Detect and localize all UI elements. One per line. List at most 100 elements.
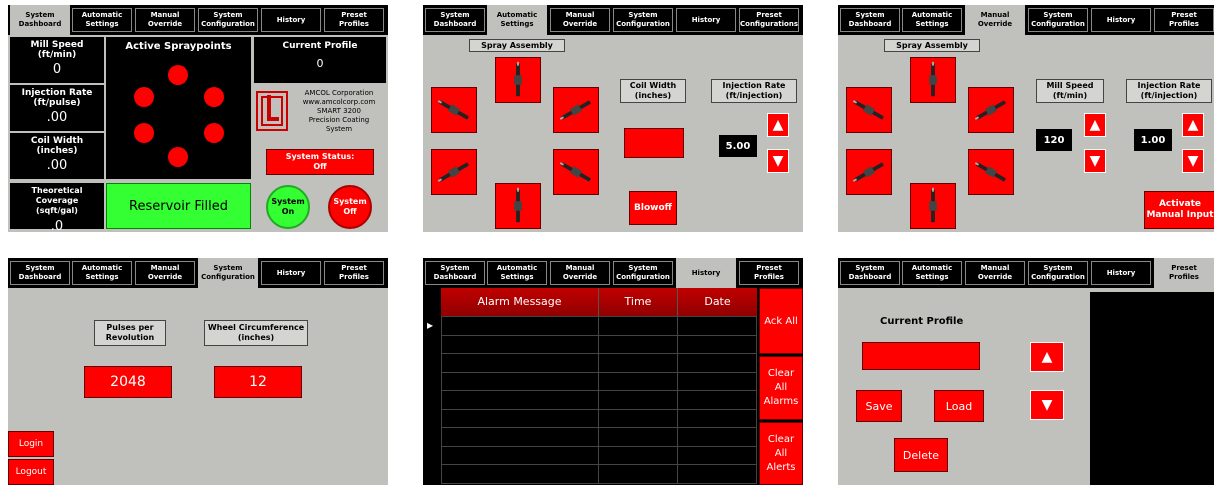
tab-preset-profiles[interactable]: Preset Profiles xyxy=(1154,8,1214,32)
tab-history[interactable]: History xyxy=(676,258,736,288)
wheel-circumference-input[interactable]: 12 xyxy=(214,366,302,398)
tab-preset-profiles[interactable]: Preset Profiles xyxy=(324,261,384,285)
coil-width-input[interactable] xyxy=(624,128,684,158)
tab-system-dashboard[interactable]: System Dashboard xyxy=(425,261,485,285)
tab-automatic-settings[interactable]: Automatic Settings xyxy=(902,261,962,285)
spraypoint-indicator xyxy=(204,123,224,143)
tab-system-dashboard[interactable]: System Dashboard xyxy=(10,261,70,285)
tab-system-configuration[interactable]: System Configuration xyxy=(613,8,673,32)
nozzle-icon xyxy=(559,100,591,120)
tab-system-configuration[interactable]: System Configuration xyxy=(1028,8,1088,32)
pulses-per-revolution-input[interactable]: 2048 xyxy=(84,366,172,398)
system-off-button[interactable]: System Off xyxy=(328,185,372,229)
tab-preset-configurations[interactable]: Preset Configurations xyxy=(739,8,799,32)
nozzle-upper-left-button[interactable] xyxy=(846,87,892,133)
tab-manual-override[interactable]: Manual Override xyxy=(135,8,195,32)
tab-system-dashboard[interactable]: System Dashboard xyxy=(425,8,485,32)
mill-speed-down-button[interactable]: ▼ xyxy=(1084,149,1106,173)
login-button[interactable]: Login xyxy=(8,431,54,457)
save-button[interactable]: Save xyxy=(856,390,902,422)
injection-rate-down-button[interactable]: ▼ xyxy=(1182,149,1204,173)
table-row[interactable] xyxy=(440,427,757,447)
tab-manual-override[interactable]: Manual Override xyxy=(135,261,195,285)
injection-rate-down-button[interactable]: ▼ xyxy=(767,149,789,173)
tab-system-dashboard[interactable]: System Dashboard xyxy=(10,5,70,35)
nozzle-bottom-button[interactable] xyxy=(495,183,541,229)
table-row[interactable] xyxy=(440,316,757,336)
tab-manual-override[interactable]: Manual Override xyxy=(965,5,1025,35)
nozzle-icon xyxy=(437,162,469,182)
profile-up-button[interactable]: ▲ xyxy=(1030,342,1064,372)
injection-rate-label: Injection Rate (ft/injection) xyxy=(711,79,797,103)
ack-all-button[interactable]: Ack All xyxy=(759,288,803,354)
tab-bar: System Dashboard Automatic Settings Manu… xyxy=(8,5,388,35)
table-row[interactable] xyxy=(440,445,757,465)
tab-system-configuration[interactable]: System Configuration xyxy=(613,261,673,285)
tab-history[interactable]: History xyxy=(261,261,321,285)
tab-history[interactable]: History xyxy=(676,8,736,32)
nozzle-top-button[interactable] xyxy=(910,57,956,103)
tab-manual-override[interactable]: Manual Override xyxy=(965,261,1025,285)
current-profile-input[interactable] xyxy=(862,342,980,370)
profile-down-button[interactable]: ▼ xyxy=(1030,390,1064,420)
tab-system-configuration[interactable]: System Configuration xyxy=(1028,261,1088,285)
tab-preset-profiles[interactable]: Preset Profiles xyxy=(1154,258,1214,288)
nozzle-bottom-button[interactable] xyxy=(910,183,956,229)
table-row[interactable] xyxy=(440,353,757,373)
table-row[interactable] xyxy=(440,371,757,391)
table-row[interactable] xyxy=(440,464,757,484)
table-row[interactable] xyxy=(440,408,757,428)
tab-system-configuration[interactable]: System Configuration xyxy=(198,8,258,32)
current-profile-display: Current Profile 0 xyxy=(254,37,386,83)
tab-history[interactable]: History xyxy=(261,8,321,32)
tab-automatic-settings[interactable]: Automatic Settings xyxy=(487,5,547,35)
tab-system-dashboard[interactable]: System Dashboard xyxy=(840,261,900,285)
nozzle-upper-right-button[interactable] xyxy=(553,87,599,133)
nozzle-upper-left-button[interactable] xyxy=(431,87,477,133)
clear-all-alarms-button[interactable]: Clear All Alarms xyxy=(759,356,803,420)
manual-override-panel: System Dashboard Automatic Settings Manu… xyxy=(838,5,1214,232)
nozzle-icon xyxy=(929,61,937,97)
tab-automatic-settings[interactable]: Automatic Settings xyxy=(72,8,132,32)
injection-rate-label: Injection Rate (ft/pulse) xyxy=(21,88,93,108)
tab-automatic-settings[interactable]: Automatic Settings xyxy=(72,261,132,285)
clear-all-alerts-button[interactable]: Clear All Alerts xyxy=(759,422,803,485)
active-spraypoints-title: Active Spraypoints xyxy=(125,41,232,52)
tab-manual-override[interactable]: Manual Override xyxy=(550,8,610,32)
tab-preset-profiles[interactable]: Preset Profiles xyxy=(324,8,384,32)
delete-button[interactable]: Delete xyxy=(894,438,948,472)
nozzle-lower-left-button[interactable] xyxy=(846,149,892,195)
tab-history[interactable]: History xyxy=(1091,261,1151,285)
logout-button[interactable]: Logout xyxy=(8,459,54,485)
tab-system-configuration[interactable]: System Configuration xyxy=(198,258,258,288)
spray-assembly-label: Spray Assembly xyxy=(884,39,980,52)
mill-speed-value: 0 xyxy=(52,62,62,77)
nozzle-upper-right-button[interactable] xyxy=(968,87,1014,133)
nozzle-icon xyxy=(514,187,522,223)
activate-manual-input-button[interactable]: Activate Manual Input xyxy=(1144,191,1214,229)
nozzle-lower-left-button[interactable] xyxy=(431,149,477,195)
mill-speed-up-button[interactable]: ▲ xyxy=(1084,113,1106,137)
table-row[interactable] xyxy=(440,334,757,354)
tab-system-dashboard[interactable]: System Dashboard xyxy=(840,8,900,32)
nozzle-icon xyxy=(929,187,937,223)
spraypoint-indicator xyxy=(134,123,154,143)
nozzle-lower-right-button[interactable] xyxy=(968,149,1014,195)
system-on-button[interactable]: System On xyxy=(266,185,310,229)
nozzle-top-button[interactable] xyxy=(495,57,541,103)
nozzle-icon xyxy=(437,100,469,120)
tab-history[interactable]: History xyxy=(1091,8,1151,32)
tab-automatic-settings[interactable]: Automatic Settings xyxy=(487,261,547,285)
tab-automatic-settings[interactable]: Automatic Settings xyxy=(902,8,962,32)
coil-width-label: Coil Width (inches) xyxy=(30,136,84,156)
injection-rate-up-button[interactable]: ▲ xyxy=(767,113,789,137)
table-row[interactable] xyxy=(440,390,757,410)
injection-rate-up-button[interactable]: ▲ xyxy=(1182,113,1204,137)
nozzle-icon xyxy=(514,61,522,97)
blowoff-button[interactable]: Blowoff xyxy=(629,191,677,225)
tab-preset-profiles[interactable]: Preset Profiles xyxy=(739,261,799,285)
nozzle-lower-right-button[interactable] xyxy=(553,149,599,195)
load-button[interactable]: Load xyxy=(934,390,984,422)
tab-manual-override[interactable]: Manual Override xyxy=(550,261,610,285)
profile-list[interactable] xyxy=(1090,292,1214,485)
